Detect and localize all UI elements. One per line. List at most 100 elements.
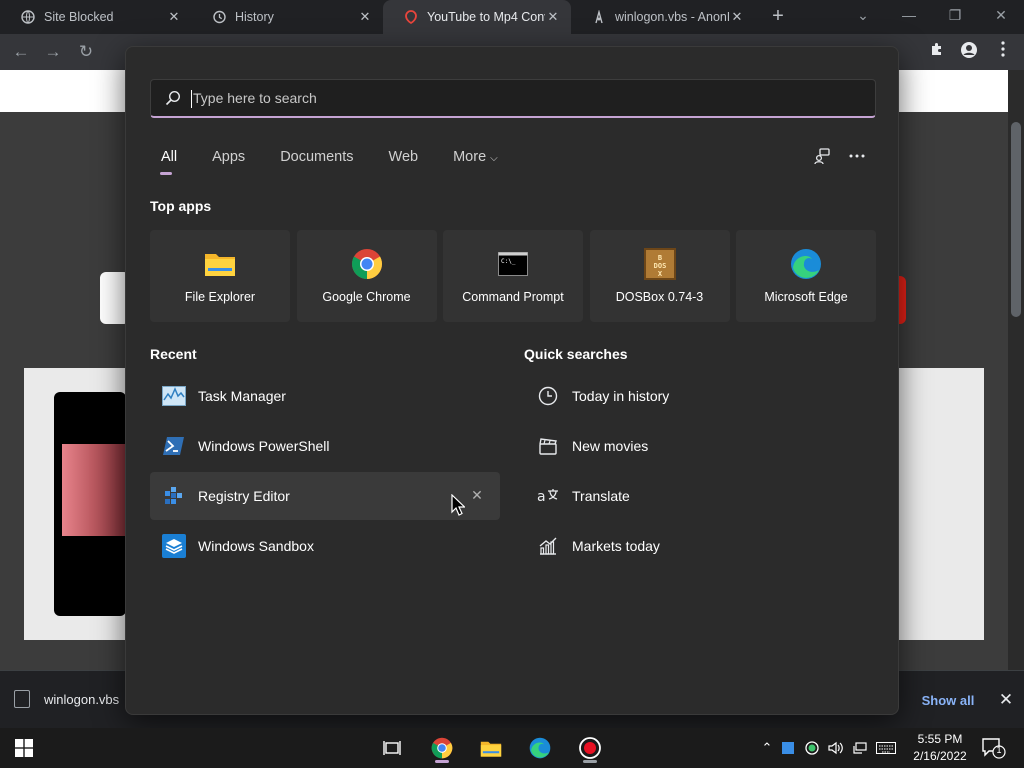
tab-winlogon[interactable]: winlogon.vbs - AnonF ✕ bbox=[571, 0, 755, 34]
app-tile-command-prompt[interactable]: C:\_ Command Prompt bbox=[443, 230, 583, 322]
forward-button[interactable]: → bbox=[42, 41, 64, 63]
search-input[interactable] bbox=[191, 89, 791, 107]
close-icon[interactable]: ✕ bbox=[166, 9, 182, 25]
minimize-button[interactable]: — bbox=[894, 4, 924, 26]
chrome-icon bbox=[351, 248, 383, 280]
app-tile-dosbox[interactable]: B DOS X DOSBox 0.74-3 bbox=[589, 230, 730, 322]
search-flyout: All Apps Documents Web More⌵ Top apps Fi… bbox=[125, 46, 899, 715]
app-label: Command Prompt bbox=[462, 290, 564, 304]
close-download-bar-button[interactable]: ✕ bbox=[996, 688, 1016, 712]
video-thumbnail bbox=[54, 392, 126, 616]
tab-label: History bbox=[235, 10, 274, 24]
tab-web[interactable]: Web bbox=[389, 149, 430, 165]
show-all-button[interactable]: Show all bbox=[910, 687, 986, 713]
record-icon bbox=[579, 737, 601, 759]
tab-all[interactable]: All bbox=[150, 149, 188, 175]
task-view-button[interactable] bbox=[374, 732, 410, 764]
tray-app-blue-icon[interactable] bbox=[776, 742, 800, 754]
recent-item-label: Windows PowerShell bbox=[198, 438, 330, 454]
keyboard-icon[interactable] bbox=[872, 742, 900, 754]
tab-site-blocked[interactable]: Site Blocked ✕ bbox=[0, 0, 192, 34]
remove-recent-close-icon[interactable]: ✕ bbox=[469, 486, 485, 504]
tab-more[interactable]: More ⌵ bbox=[453, 149, 509, 165]
tab-apps[interactable]: Apps bbox=[212, 149, 256, 165]
show-hidden-icons-chevron-icon[interactable]: ⌃ bbox=[758, 740, 776, 756]
translate-icon: a bbox=[536, 484, 560, 508]
tab-history[interactable]: History ✕ bbox=[191, 0, 383, 34]
quick-searches-heading: Quick searches bbox=[524, 346, 628, 362]
chrome-icon bbox=[431, 737, 453, 759]
restore-button[interactable]: ❐ bbox=[940, 4, 970, 26]
network-icon[interactable] bbox=[848, 741, 872, 755]
close-window-button[interactable]: ✕ bbox=[986, 4, 1016, 26]
top-apps-heading: Top apps bbox=[150, 198, 212, 214]
menu-kebab-icon[interactable] bbox=[992, 41, 1014, 63]
registry-editor-icon bbox=[162, 484, 186, 508]
app-label: Google Chrome bbox=[322, 290, 411, 304]
search-box[interactable] bbox=[150, 79, 876, 118]
extensions-icon[interactable] bbox=[926, 41, 948, 63]
app-tile-file-explorer[interactable]: File Explorer bbox=[150, 230, 290, 322]
new-tab-button[interactable]: + bbox=[766, 4, 790, 28]
cmd-icon: C:\_ bbox=[497, 248, 529, 280]
taskbar-edge-button[interactable] bbox=[522, 732, 558, 764]
tab-documents[interactable]: Documents bbox=[280, 149, 364, 165]
dosbox-icon: B DOS X bbox=[643, 248, 676, 280]
volume-icon[interactable] bbox=[824, 741, 848, 755]
switch-account-icon[interactable] bbox=[808, 143, 836, 169]
text-caret bbox=[191, 90, 192, 108]
tab-search-button[interactable]: ⌄ bbox=[848, 4, 878, 26]
taskbar-recorder-button[interactable] bbox=[572, 732, 608, 764]
recent-heading: Recent bbox=[150, 346, 197, 362]
search-icon bbox=[165, 90, 181, 106]
chevron-down-icon: ⌵ bbox=[490, 153, 498, 164]
start-button[interactable] bbox=[6, 732, 42, 764]
recent-item-windows-sandbox[interactable]: Windows Sandbox bbox=[150, 522, 500, 570]
task-manager-icon bbox=[162, 384, 186, 408]
reload-button[interactable]: ↻ bbox=[75, 41, 97, 63]
sandbox-icon bbox=[162, 534, 186, 558]
close-icon[interactable]: ✕ bbox=[357, 9, 373, 25]
quick-item-today-in-history[interactable]: Today in history bbox=[524, 372, 874, 420]
scrollbar-thumb[interactable] bbox=[1011, 122, 1021, 317]
close-icon[interactable]: ✕ bbox=[729, 9, 745, 25]
page-scrollbar[interactable] bbox=[1008, 70, 1024, 670]
quick-searches-list: Today in history New movies a Translate … bbox=[524, 372, 874, 572]
tab-label: Site Blocked bbox=[44, 10, 114, 24]
quick-item-markets-today[interactable]: Markets today bbox=[524, 522, 874, 570]
quick-item-label: New movies bbox=[572, 438, 649, 454]
file-icon bbox=[14, 690, 30, 708]
recent-item-powershell[interactable]: Windows PowerShell bbox=[150, 422, 500, 470]
edge-icon bbox=[790, 248, 822, 280]
recent-item-task-manager[interactable]: Task Manager bbox=[150, 372, 500, 420]
tab-youtube-mp4[interactable]: YouTube to Mp4 Conv ✕ bbox=[383, 0, 571, 34]
task-view-icon bbox=[383, 741, 401, 755]
notification-center-button[interactable]: 1 bbox=[980, 736, 1006, 760]
svg-text:a: a bbox=[537, 489, 546, 505]
tray-app-green-icon[interactable] bbox=[800, 741, 824, 755]
system-tray: ⌃ bbox=[758, 728, 900, 768]
running-indicator bbox=[583, 760, 597, 763]
download-item[interactable]: winlogon.vbs bbox=[14, 690, 119, 708]
tab-label: winlogon.vbs - AnonF bbox=[615, 10, 729, 24]
quick-item-label: Markets today bbox=[572, 538, 660, 554]
svg-text:DOS: DOS bbox=[653, 262, 666, 270]
svg-text:B: B bbox=[657, 254, 661, 262]
quick-item-translate[interactable]: a Translate bbox=[524, 472, 874, 520]
app-tile-google-chrome[interactable]: Google Chrome bbox=[296, 230, 437, 322]
recent-list: Task Manager Windows PowerShell Registry… bbox=[150, 372, 500, 572]
close-icon[interactable]: ✕ bbox=[545, 9, 561, 25]
recent-item-registry-editor[interactable]: Registry Editor ✕ bbox=[150, 472, 500, 520]
taskbar: ⌃ 5:55 PM 2/16/2022 1 bbox=[0, 728, 1024, 768]
more-options-icon[interactable] bbox=[843, 143, 871, 169]
app-tile-microsoft-edge[interactable]: Microsoft Edge bbox=[736, 230, 876, 322]
app-label: File Explorer bbox=[184, 290, 256, 304]
profile-icon[interactable] bbox=[958, 41, 980, 63]
taskbar-clock[interactable]: 5:55 PM 2/16/2022 bbox=[905, 731, 975, 765]
taskbar-file-explorer-button[interactable] bbox=[473, 732, 509, 764]
taskbar-chrome-button[interactable] bbox=[424, 732, 460, 764]
clapperboard-icon bbox=[536, 434, 560, 458]
history-icon bbox=[211, 9, 227, 25]
quick-item-new-movies[interactable]: New movies bbox=[524, 422, 874, 470]
back-button[interactable]: ← bbox=[10, 41, 32, 63]
